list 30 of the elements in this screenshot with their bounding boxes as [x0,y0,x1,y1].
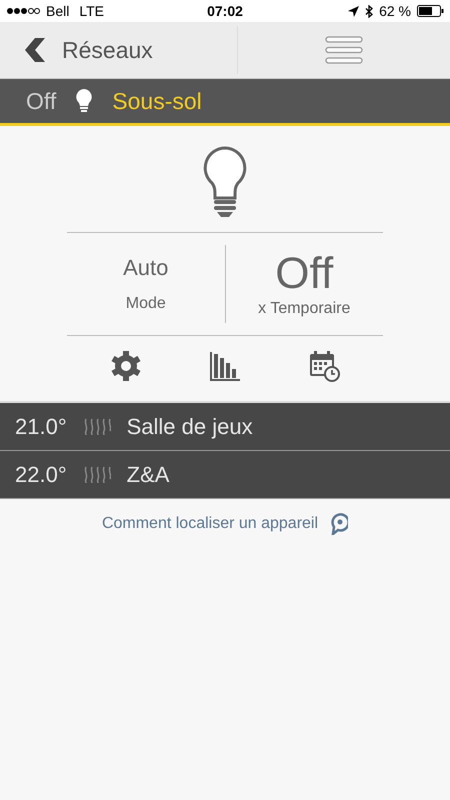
location-pin-icon [330,513,348,535]
calendar-clock-icon [308,350,340,382]
battery-percent: 62 % [379,3,411,19]
settings-icon [110,350,142,382]
override-label: x Temporaire [258,300,350,318]
bulb-icon [76,89,92,113]
schedule-button[interactable] [308,350,340,382]
clock-time: 07:02 [207,3,243,19]
help-link[interactable]: Comment localiser un appareil [102,515,318,533]
mode-label: Mode [126,295,166,313]
zone-row[interactable]: 21.0° Salle de jeux [0,403,450,451]
override-value: Off [275,250,334,298]
zone-row[interactable]: 22.0° Z&A [0,451,450,499]
back-icon [24,37,46,63]
menu-icon [324,36,363,64]
bluetooth-icon [365,4,374,18]
device-state: Off [26,88,56,114]
battery-icon [417,5,444,17]
mode-value: Auto [123,255,168,281]
device-name: Sous-sol [112,88,202,114]
light-bulb-icon [203,146,247,218]
bar-chart-icon [208,350,241,382]
carrier-name: Bell [46,3,70,19]
heat-waves-icon [82,466,111,484]
signal-icon [6,7,40,15]
network-type: LTE [79,3,104,19]
settings-button[interactable] [110,350,142,382]
heat-waves-icon [82,418,111,436]
chart-button[interactable] [208,350,241,382]
location-icon [348,6,360,16]
